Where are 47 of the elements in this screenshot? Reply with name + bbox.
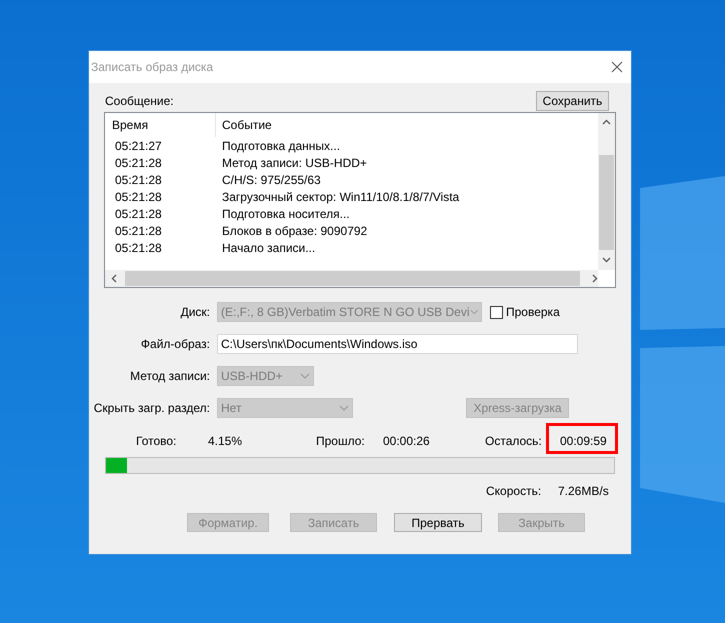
status-label: Прошло: (316, 433, 366, 450)
scrollbar-thumb[interactable] (599, 155, 614, 250)
close-icon[interactable] (611, 61, 623, 73)
scroll-up-icon[interactable] (602, 119, 611, 125)
messages-label: Сообщение: (105, 93, 174, 110)
dialog-button[interactable]: Прервать (394, 513, 482, 532)
chevron-down-icon (339, 405, 349, 411)
event-cell-text: Подготовка данных... (221, 138, 340, 154)
speed-value: 7.26MB/s (558, 483, 609, 500)
scroll-left-icon[interactable] (111, 274, 117, 283)
time-cell-text: 05:21:28 (114, 240, 163, 256)
status-value: 00:09:59 (560, 434, 607, 448)
scroll-right-icon[interactable] (592, 274, 598, 283)
image-file-field[interactable]: C:\Users\пк\Documents\Windows.iso (217, 334, 578, 354)
horizontal-scrollbar[interactable] (105, 270, 598, 287)
chevron-down-icon (300, 373, 310, 379)
event-cell-text: C/H/S: 975/255/63 (221, 172, 321, 188)
event-cell-text: Загрузочный сектор: Win11/10/8.1/8/7/Vista (221, 188, 460, 206)
field-label: Файл-образ: (140, 336, 210, 353)
chevron-down-icon (470, 309, 478, 315)
time-cell-text: 05:21:28 (114, 222, 163, 240)
verify-checkbox[interactable] (490, 306, 503, 318)
status-value: 4.15% (208, 433, 244, 450)
field-label: Скрыть загр. раздел: (92, 400, 210, 417)
status-label: Готово: (136, 433, 178, 450)
time-cell-text: 05:21:27 (114, 138, 163, 154)
save-button[interactable]: Сохранить (536, 91, 609, 111)
status-label: Осталось: (485, 433, 543, 450)
window-title: Записать образ диска (91, 59, 214, 76)
time-cell-text: 05:21:28 (114, 172, 163, 188)
column-header[interactable]: Время (105, 113, 216, 137)
speed-label: Скорость: (486, 483, 542, 500)
checkbox-label: Проверка (506, 304, 560, 321)
event-cell-text: Блоков в образе: 9090792 (221, 222, 368, 240)
scrollbar-thumb[interactable] (125, 271, 580, 286)
vertical-scrollbar[interactable] (598, 113, 615, 270)
scroll-down-icon[interactable] (602, 257, 611, 263)
time-cell-text: 05:21:28 (114, 206, 163, 222)
time-cell-text: 05:21:28 (114, 188, 163, 206)
time-cell-text: 05:21:28 (114, 154, 163, 172)
event-cell-text: Начало записи... (221, 240, 316, 256)
column-header[interactable]: Событие (216, 116, 272, 134)
event-cell-text: Метод записи: USB-HDD+ (221, 154, 367, 172)
field-label: Диск: (180, 304, 210, 321)
status-value: 00:00:26 (383, 433, 431, 450)
field-label: Метод записи: (129, 368, 210, 385)
event-cell-text: Подготовка носителя... (221, 206, 350, 222)
